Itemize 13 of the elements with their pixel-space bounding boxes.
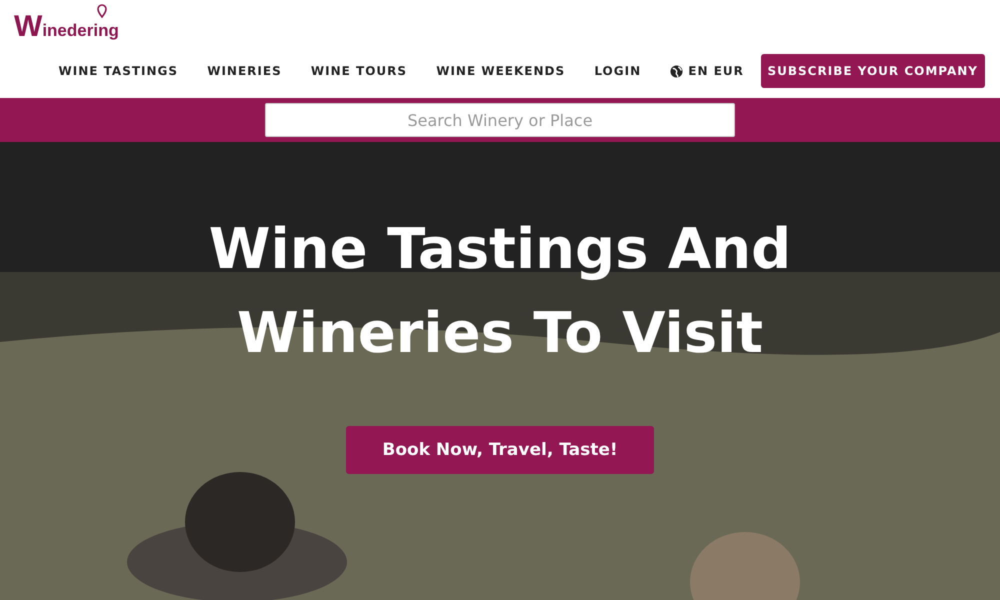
logo-text[interactable]: Winedering [14,12,119,42]
nav-link[interactable]: WINE WEEKENDS [422,64,580,78]
subscribe-button[interactable]: SUBSCRIBE YOUR COMPANY [760,54,985,88]
nav-link[interactable]: WINERIES [192,64,296,78]
hero-title: Wine Tastings And Wineries To Visit [208,216,792,368]
nav-link[interactable]: WINE TOURS [296,64,422,78]
location-pin-icon [96,4,107,18]
globe-icon [670,64,684,78]
book-now-button[interactable]: Book Now, Travel, Taste! [346,426,654,474]
search-field[interactable]: Search Winery or Place [265,103,735,137]
language-currency-link[interactable]: EN EUR [656,64,758,78]
nav-link[interactable]: LOGIN [580,64,656,78]
nav-link[interactable]: WINE TASTINGS [44,64,193,78]
